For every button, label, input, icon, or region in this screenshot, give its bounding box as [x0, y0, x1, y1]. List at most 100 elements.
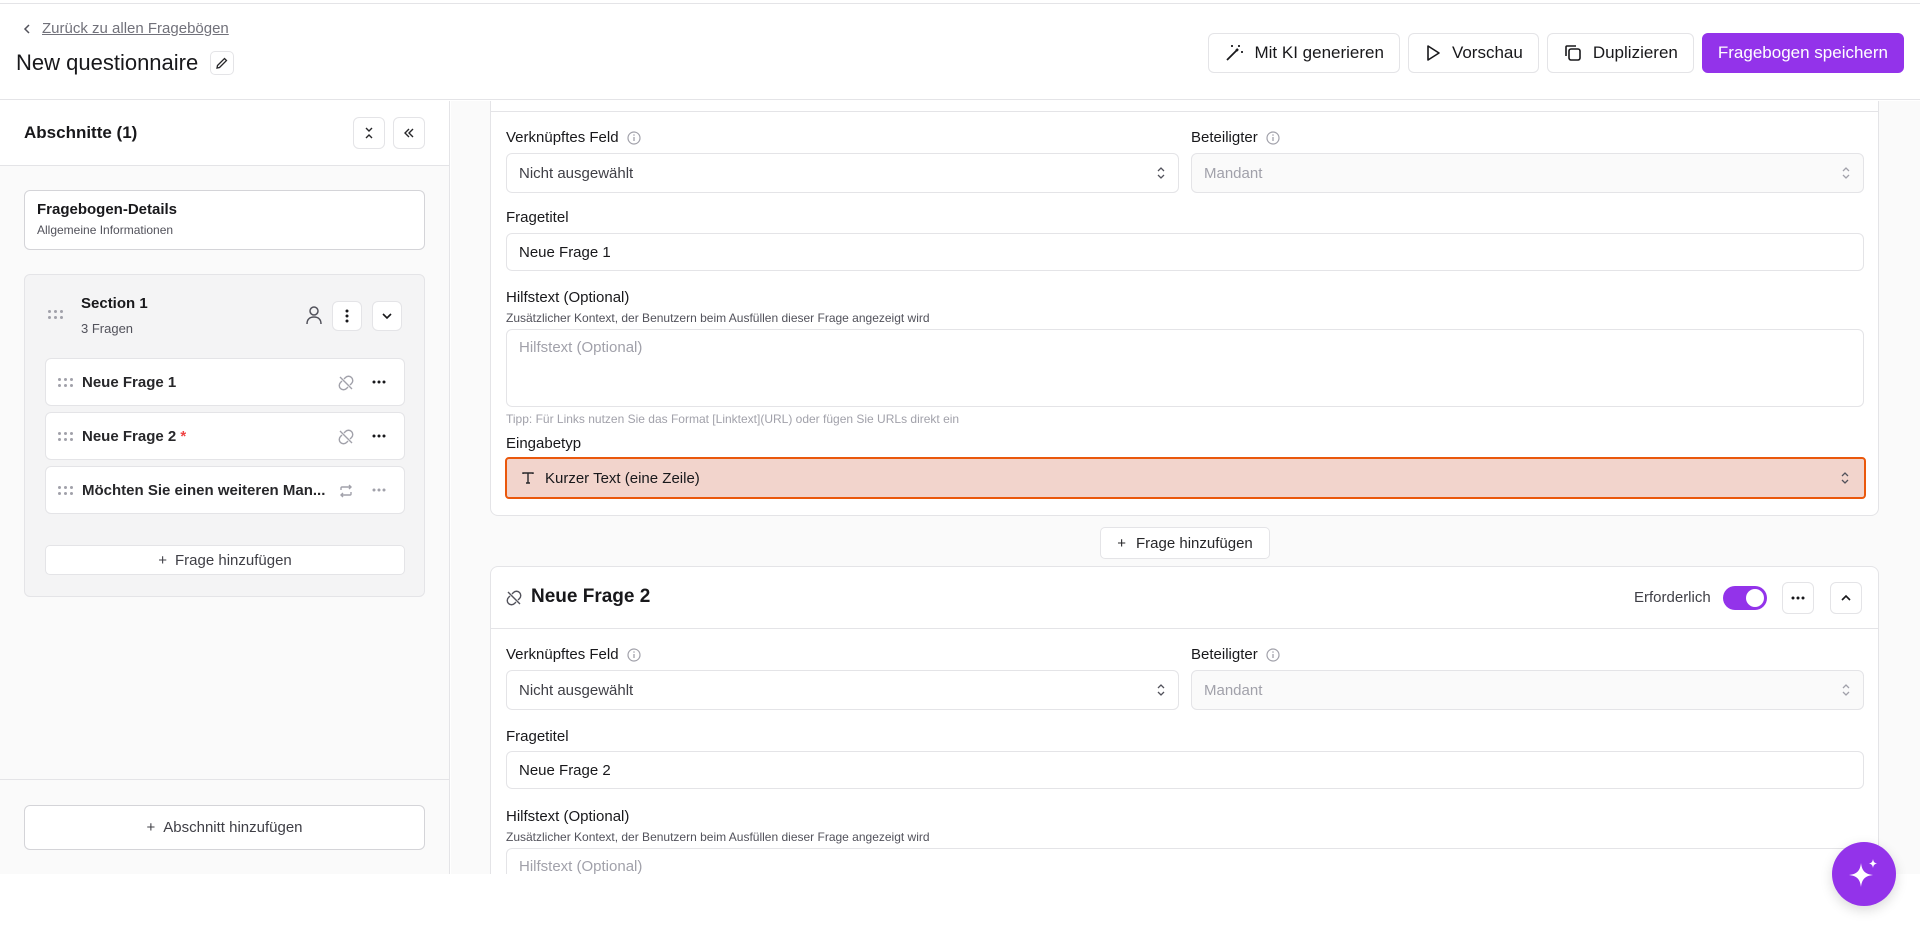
add-question-button[interactable]: + Frage hinzufügen — [1100, 527, 1270, 559]
sections-sidebar: Abschnitte (1) Fragebogen-Details Allgem… — [0, 101, 450, 874]
drag-handle-icon[interactable] — [58, 378, 73, 387]
plus-icon: + — [158, 551, 167, 569]
required-asterisk: * — [180, 428, 187, 445]
plus-icon: + — [1117, 534, 1126, 552]
drag-handle-icon[interactable] — [48, 310, 63, 319]
section-expand-button[interactable] — [372, 301, 402, 331]
duplicate-button[interactable]: Duplizieren — [1546, 33, 1694, 73]
collapse-sidebar-button[interactable] — [393, 117, 425, 149]
question-card-2: Neue Frage 2 Erforderlich Verknüpftes Fe… — [490, 566, 1879, 874]
info-icon[interactable] — [626, 130, 641, 145]
linked-field-select[interactable]: Nicht ausgewählt — [506, 670, 1179, 710]
info-icon[interactable] — [626, 647, 641, 662]
question-title-input[interactable]: Neue Frage 1 — [506, 233, 1864, 271]
participant-label: Beteiligter — [1191, 646, 1280, 663]
help-text-textarea[interactable]: Hilfstext (Optional) — [506, 329, 1864, 407]
section-menu-button[interactable] — [332, 301, 362, 331]
question-menu-button[interactable] — [1782, 582, 1814, 614]
drag-handle-icon[interactable] — [58, 432, 73, 441]
question-collapse-button[interactable] — [1830, 582, 1862, 614]
header-actions: Mit KI generieren Vorschau Duplizieren F… — [1208, 33, 1904, 73]
ai-generate-button[interactable]: Mit KI generieren — [1208, 33, 1400, 73]
more-horizontal-icon[interactable] — [372, 434, 386, 438]
linked-field-select[interactable]: Nicht ausgewählt — [506, 153, 1179, 193]
sidebar-header: Abschnitte (1) — [0, 101, 449, 166]
section-card[interactable]: Section 1 3 Fragen Neue Frage 1 Neue Fra… — [24, 274, 425, 597]
participant-label: Beteiligter — [1191, 129, 1280, 146]
duplicate-label: Duplizieren — [1592, 43, 1678, 62]
collapse-vertical-icon — [365, 127, 373, 139]
questionnaire-details-item[interactable]: Fragebogen-Details Allgemeine Informatio… — [24, 190, 425, 250]
section-name: Section 1 — [81, 295, 148, 312]
input-type-select[interactable]: Kurzer Text (eine Zeile) — [505, 457, 1866, 499]
plus-icon: + — [146, 819, 156, 836]
info-icon[interactable] — [1266, 130, 1280, 145]
unlink-icon — [506, 590, 522, 606]
participant-value: Mandant — [1204, 681, 1263, 699]
details-subtitle: Allgemeine Informationen — [37, 223, 174, 237]
more-horizontal-icon[interactable] — [372, 380, 386, 384]
unlink-icon — [338, 429, 354, 445]
questionnaire-title: New questionnaire — [16, 50, 199, 75]
unlink-icon — [338, 375, 354, 391]
more-vertical-icon — [345, 309, 349, 323]
question-list-item[interactable]: Neue Frage 2 * — [45, 412, 405, 460]
linked-field-label: Verknüpftes Feld — [506, 646, 641, 663]
text-type-icon — [522, 472, 534, 484]
input-type-selected: Kurzer Text (eine Zeile) — [521, 470, 700, 487]
section-question-count: 3 Fragen — [81, 321, 134, 336]
input-type-value: Kurzer Text (eine Zeile) — [545, 469, 700, 487]
more-horizontal-icon — [1791, 596, 1805, 600]
participant-select[interactable]: Mandant — [1191, 670, 1864, 710]
question-editor: Verknüpftes Feld Nicht ausgewählt Beteil… — [451, 101, 1920, 874]
question-list-item[interactable]: Möchten Sie einen weiteren Man... — [45, 466, 405, 514]
card-divider — [491, 111, 1878, 112]
question-card-1: Verknüpftes Feld Nicht ausgewählt Beteil… — [490, 101, 1879, 516]
help-text-description: Zusätzlicher Kontext, der Benutzern beim… — [506, 830, 930, 844]
add-question-main-label: Frage hinzufügen — [1136, 534, 1253, 552]
help-text-label: Hilfstext (Optional) — [506, 808, 630, 825]
collapse-all-button[interactable] — [353, 117, 385, 149]
question-label: Möchten Sie einen weiteren Man... — [82, 482, 326, 499]
participant-select[interactable]: Mandant — [1191, 153, 1864, 193]
edit-title-button[interactable] — [210, 51, 235, 75]
question-title-input[interactable]: Neue Frage 2 — [506, 751, 1864, 789]
question-title-label: Fragetitel — [506, 728, 569, 745]
page-header: Zurück zu allen Fragebögen New questionn… — [0, 4, 1920, 100]
add-question-label: Frage hinzufügen — [175, 551, 292, 569]
question-card-title: Neue Frage 2 — [531, 586, 651, 607]
help-text-textarea[interactable]: Hilfstext (Optional) — [506, 848, 1864, 874]
question-label-wrap: Neue Frage 2 * — [82, 428, 186, 445]
question-title-label: Fragetitel — [506, 209, 569, 226]
more-horizontal-icon[interactable] — [372, 488, 386, 492]
preview-button[interactable]: Vorschau — [1407, 33, 1539, 73]
back-link[interactable]: Zurück zu allen Fragebögen — [22, 20, 229, 37]
linked-field-label-text: Verknüpftes Feld — [506, 129, 619, 146]
page-title: New questionnaire — [16, 50, 235, 76]
user-icon[interactable] — [305, 305, 323, 325]
participant-label-text: Beteiligter — [1191, 646, 1258, 663]
chevrons-up-down-icon — [1841, 472, 1849, 484]
save-questionnaire-button[interactable]: Fragebogen speichern — [1701, 33, 1904, 73]
sidebar-title: Abschnitte (1) — [24, 123, 138, 142]
question-label: Neue Frage 2 — [82, 428, 177, 445]
info-icon[interactable] — [1266, 647, 1280, 662]
add-section-button[interactable]: + Abschnitt hinzufügen — [24, 805, 425, 850]
ai-generate-label: Mit KI generieren — [1254, 43, 1384, 62]
help-text-description: Zusätzlicher Kontext, der Benutzern beim… — [506, 311, 930, 325]
required-toggle[interactable] — [1723, 586, 1767, 610]
help-text-tip: Tipp: Für Links nutzen Sie das Format [L… — [506, 412, 960, 426]
sidebar-add-question-button[interactable]: + Frage hinzufügen — [45, 545, 405, 575]
bottom-area — [0, 874, 1920, 929]
pencil-icon — [216, 57, 228, 69]
question-list-item[interactable]: Neue Frage 1 — [45, 358, 405, 406]
question-card-header: Neue Frage 2 Erforderlich — [491, 567, 1878, 629]
sidebar-footer: + Abschnitt hinzufügen — [0, 779, 449, 874]
chevrons-left-icon — [404, 128, 414, 138]
preview-label: Vorschau — [1451, 43, 1523, 62]
chevron-down-icon — [382, 313, 392, 320]
add-section-label: Abschnitt hinzufügen — [163, 819, 303, 836]
linked-field-value: Nicht ausgewählt — [519, 164, 634, 182]
drag-handle-icon[interactable] — [58, 486, 73, 495]
ai-assistant-button[interactable] — [1832, 842, 1896, 906]
